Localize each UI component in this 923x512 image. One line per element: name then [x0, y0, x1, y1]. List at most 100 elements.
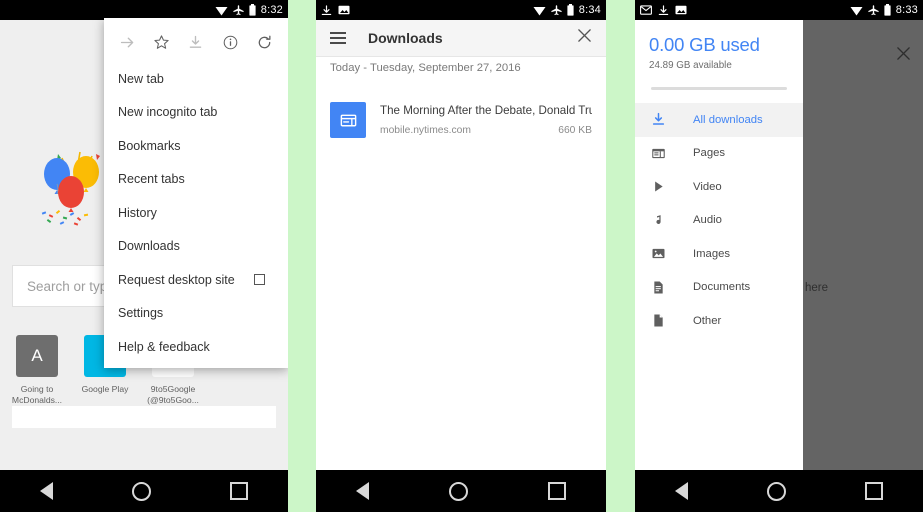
- status-time-1: 8:32: [260, 4, 283, 16]
- drawer-item-audio[interactable]: Audio: [635, 204, 803, 238]
- tile-item[interactable]: A Going to McDonalds...: [12, 335, 62, 406]
- home-circle-icon[interactable]: [131, 481, 151, 501]
- drawer-item-pages[interactable]: Pages: [635, 137, 803, 171]
- status-time-3: 8:33: [895, 4, 918, 16]
- audio-note-icon: [649, 213, 668, 228]
- overflow-menu: New tab New incognito tab Bookmarks Rece…: [104, 18, 288, 368]
- battery-icon: [249, 4, 256, 16]
- close-icon[interactable]: [577, 28, 592, 48]
- menu-item-label: Downloads: [118, 239, 180, 254]
- download-list-item[interactable]: The Morning After the Debate, Donald Tru…: [316, 98, 606, 148]
- menu-item-label: Help & feedback: [118, 339, 210, 354]
- hamburger-icon[interactable]: [330, 32, 346, 44]
- drawer-item-label: Video: [693, 180, 722, 193]
- drawer-item-label: Images: [693, 247, 731, 260]
- downloads-date-header: Today - Tuesday, September 27, 2016: [330, 62, 521, 74]
- request-desktop-site-checkbox[interactable]: [254, 274, 265, 286]
- battery-icon: [567, 4, 574, 16]
- menu-item-label: New tab: [118, 71, 164, 86]
- wifi-icon: [850, 6, 863, 15]
- drawer-item-label: Pages: [693, 147, 726, 160]
- recents-square-icon[interactable]: [548, 482, 566, 500]
- storage-available-label: 24.89 GB available: [649, 60, 732, 71]
- recents-square-icon[interactable]: [230, 482, 249, 500]
- status-system-icons-1: 8:32: [215, 4, 283, 16]
- overflow-menu-icon-row: [104, 18, 288, 62]
- status-notifications-3: [640, 4, 687, 16]
- status-system-icons-2: 8:34: [533, 4, 601, 16]
- document-icon: [649, 280, 668, 295]
- tile-letter: A: [31, 346, 43, 365]
- page-icon: [649, 146, 668, 161]
- drawer-item-label: All downloads: [693, 113, 763, 126]
- menu-item-new-incognito-tab[interactable]: New incognito tab: [104, 96, 288, 130]
- menu-item-settings[interactable]: Settings: [104, 297, 288, 331]
- download-icon[interactable]: [183, 29, 209, 55]
- image-icon: [675, 5, 687, 15]
- download-item-name: The Morning After the Debate, Donald Tru…: [380, 104, 592, 117]
- airplane-icon: [233, 4, 244, 15]
- menu-item-bookmarks[interactable]: Bookmarks: [104, 129, 288, 163]
- reload-icon[interactable]: [252, 29, 278, 55]
- menu-item-new-tab[interactable]: New tab: [104, 62, 288, 96]
- drawer-item-documents[interactable]: Documents: [635, 271, 803, 305]
- drawer-item-label: Documents: [693, 281, 751, 294]
- menu-item-history[interactable]: History: [104, 196, 288, 230]
- drawer-item-label: Audio: [693, 214, 722, 227]
- drawer-item-video[interactable]: Video: [635, 170, 803, 204]
- image-icon: [338, 5, 350, 15]
- device-frame-3: 8:33 here 0.00 GB used 24.89 GB availabl…: [635, 0, 923, 512]
- wifi-icon: [215, 6, 228, 15]
- menu-item-label: History: [118, 205, 157, 220]
- page-title: Downloads: [368, 30, 443, 46]
- battery-icon: [884, 4, 891, 16]
- email-icon: [640, 4, 652, 15]
- tile-thumbnail: A: [16, 335, 58, 377]
- home-circle-icon[interactable]: [449, 481, 468, 501]
- forward-arrow-icon[interactable]: [114, 29, 140, 55]
- downloads-app-bar: Downloads: [316, 20, 606, 57]
- drawer-item-label: Other: [693, 314, 722, 327]
- drawer-item-all-downloads[interactable]: All downloads: [635, 103, 803, 137]
- airplane-icon: [868, 4, 879, 15]
- menu-item-downloads[interactable]: Downloads: [104, 230, 288, 264]
- storage-summary: 0.00 GB used 24.89 GB available: [635, 20, 803, 90]
- back-triangle-icon[interactable]: [674, 482, 688, 500]
- menu-item-recent-tabs[interactable]: Recent tabs: [104, 163, 288, 197]
- menu-item-request-desktop-site[interactable]: Request desktop site: [104, 263, 288, 297]
- menu-item-label: Settings: [118, 306, 164, 321]
- close-icon[interactable]: [896, 46, 911, 66]
- status-bar-1: 8:32: [0, 0, 288, 20]
- image-icon: [649, 246, 668, 261]
- device-frame-1: 8:32 Search or type URL A Going to McDon…: [0, 0, 288, 512]
- drawer-divider: [635, 90, 803, 103]
- download-icon: [321, 4, 332, 15]
- storage-used-label: 0.00 GB used: [649, 34, 760, 55]
- status-time-2: 8:34: [578, 4, 601, 16]
- status-notifications-2: [321, 4, 350, 16]
- drawer-item-other[interactable]: Other: [635, 304, 803, 338]
- status-bar-3: 8:33: [635, 0, 923, 20]
- tile-label: Google Play: [81, 384, 129, 394]
- background-partial-text: here: [805, 282, 829, 294]
- menu-item-help-feedback[interactable]: Help & feedback: [104, 330, 288, 364]
- back-triangle-icon[interactable]: [356, 482, 369, 500]
- page-info-icon[interactable]: [217, 29, 243, 55]
- recents-square-icon[interactable]: [865, 482, 884, 500]
- download-item-meta: The Morning After the Debate, Donald Tru…: [380, 102, 592, 136]
- bottom-card: [12, 406, 276, 428]
- back-triangle-icon[interactable]: [39, 482, 53, 500]
- home-circle-icon[interactable]: [766, 481, 786, 501]
- bookmark-star-icon[interactable]: [149, 29, 175, 55]
- downloads-nav-drawer: 0.00 GB used 24.89 GB available All down…: [635, 20, 803, 470]
- wifi-icon: [533, 6, 546, 15]
- menu-item-label: Request desktop site: [118, 272, 235, 287]
- navigation-bar-3: [635, 470, 923, 512]
- download-icon: [649, 112, 668, 127]
- offline-page-icon: [330, 102, 366, 138]
- drawer-item-images[interactable]: Images: [635, 237, 803, 271]
- navigation-bar-1: [0, 470, 288, 512]
- tile-label: Going to McDonalds...: [11, 384, 63, 405]
- tile-label: 9to5Google (@9to5Goo...: [147, 384, 199, 405]
- status-bar-2: 8:34: [316, 0, 606, 20]
